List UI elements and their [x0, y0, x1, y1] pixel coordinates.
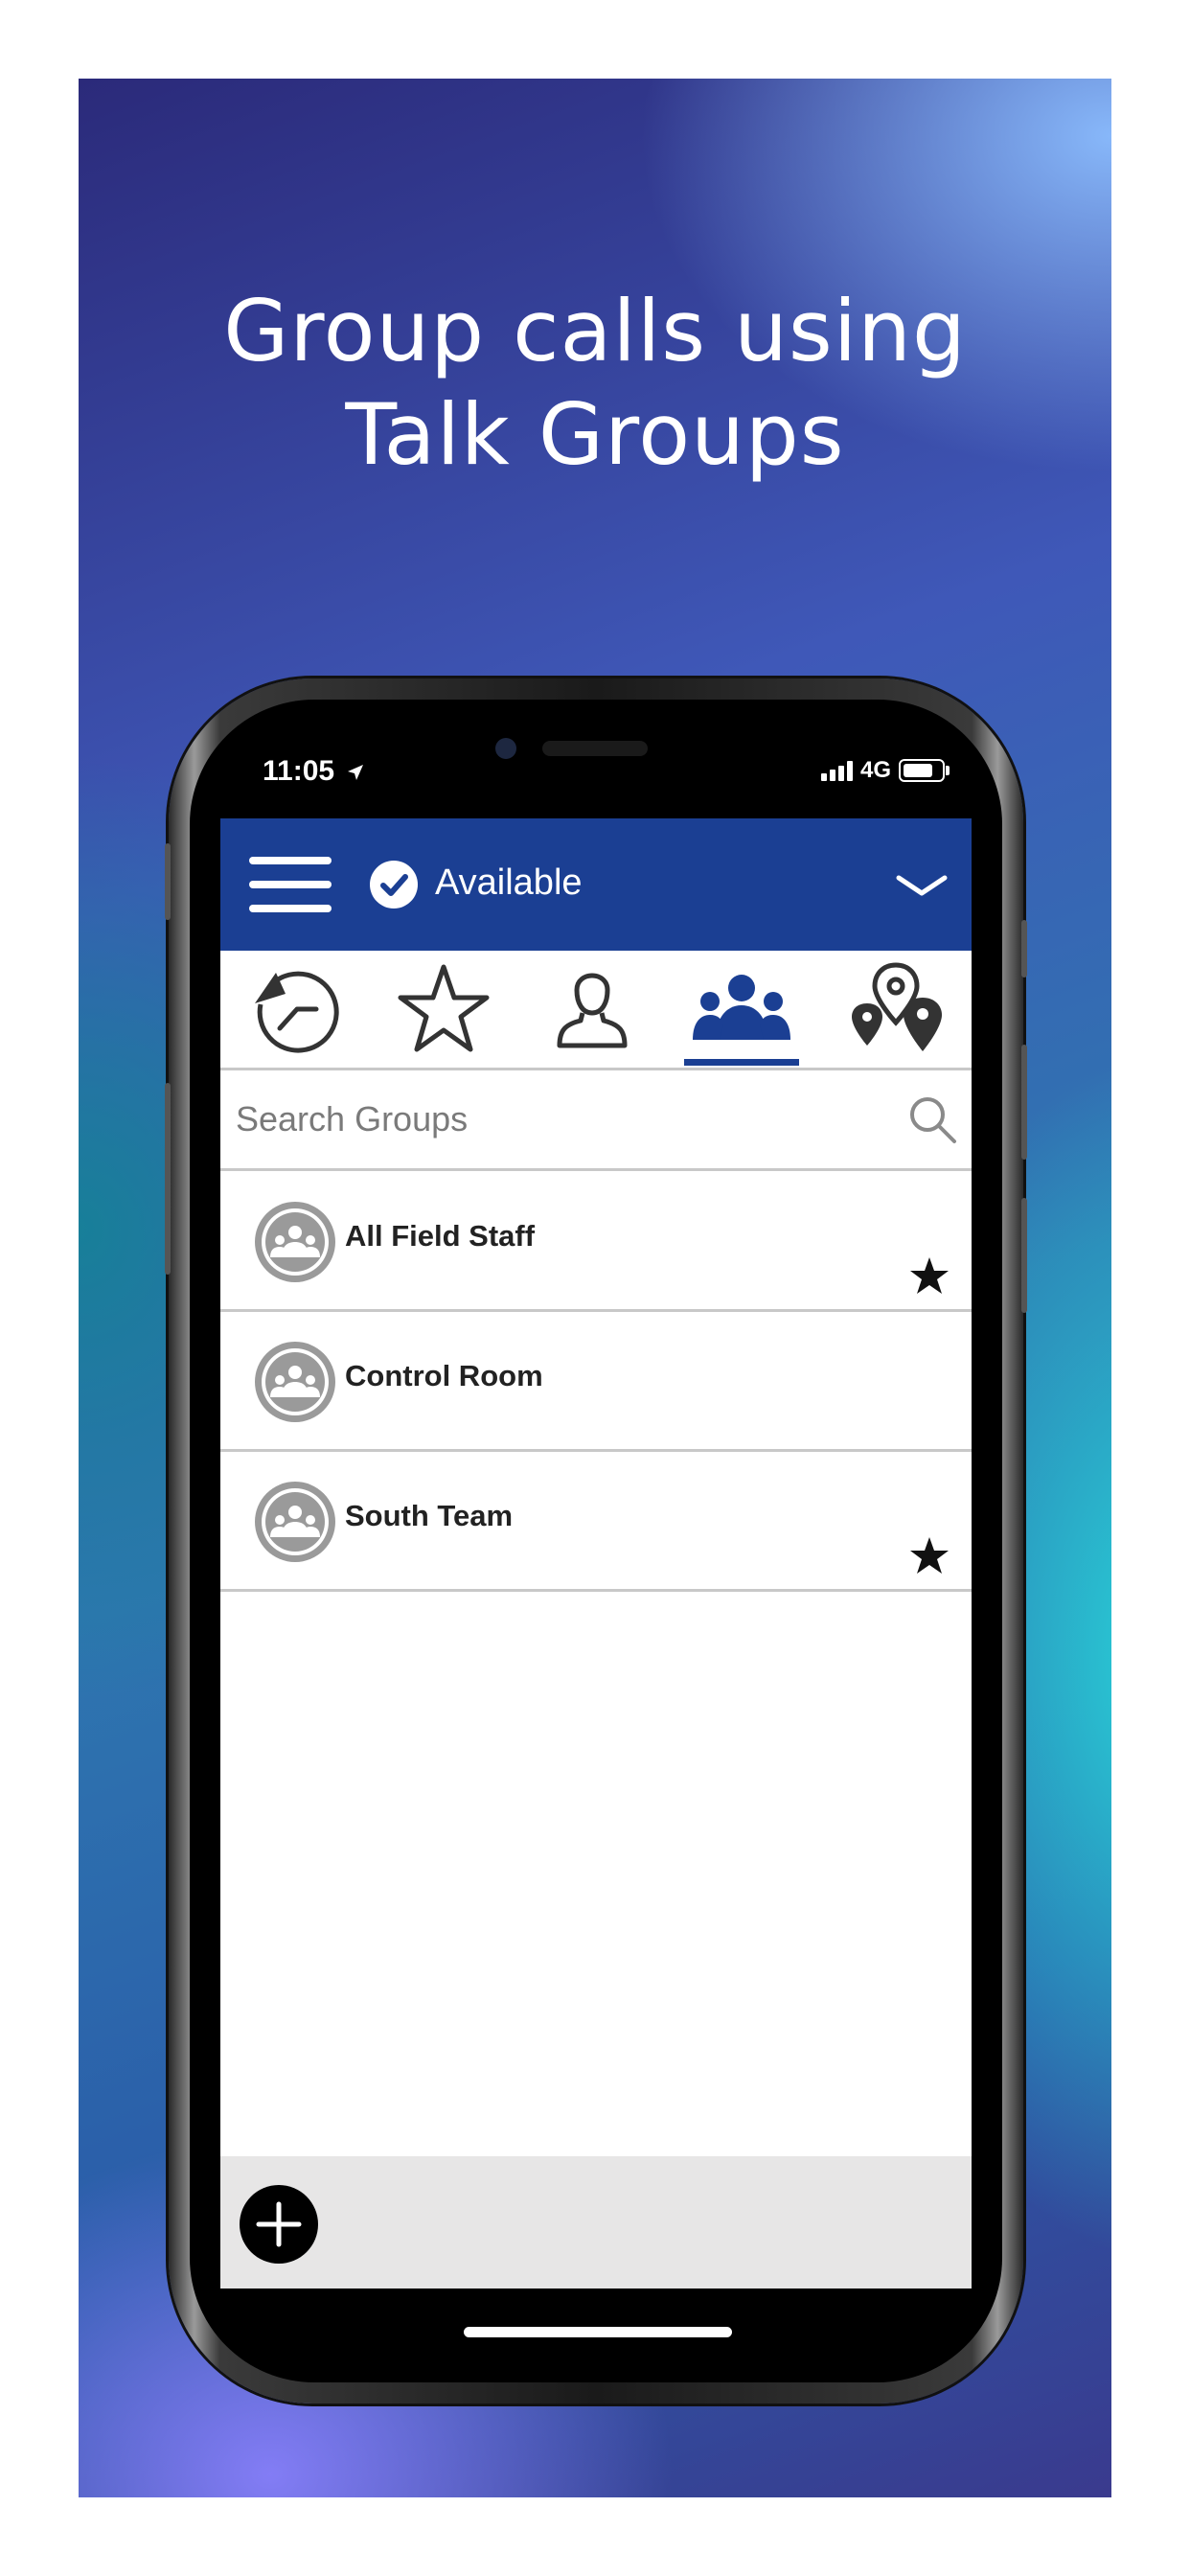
favorite-star-icon[interactable]	[908, 1255, 950, 1298]
list-item[interactable]: Control Room	[220, 1311, 972, 1452]
bottom-toolbar	[220, 2156, 972, 2288]
status-bar: 11:05 4G	[220, 738, 972, 818]
history-icon	[255, 971, 339, 1053]
status-time: 11:05	[263, 755, 365, 788]
tab-groups[interactable]	[675, 951, 809, 1068]
volume-up-button	[165, 1083, 171, 1275]
groups-icon	[693, 975, 790, 1040]
status-indicators: 4G	[820, 757, 950, 784]
selected-tab-indicator	[684, 1059, 799, 1066]
group-avatar-icon	[255, 1202, 335, 1282]
battery-icon	[899, 759, 950, 782]
location-arrow-icon	[348, 765, 364, 780]
search-icon[interactable]	[906, 1093, 958, 1145]
app-header: Available	[220, 818, 972, 951]
tab-contacts[interactable]	[525, 951, 659, 1068]
tab-favorites[interactable]	[377, 951, 511, 1068]
group-avatar-icon	[255, 1482, 335, 1562]
side-button-3	[1021, 1198, 1027, 1313]
search-input[interactable]: Search Groups	[236, 1099, 468, 1139]
star-icon	[398, 964, 490, 1052]
map-pins-icon	[852, 962, 942, 1051]
silent-switch	[165, 843, 171, 920]
network-label: 4G	[859, 757, 891, 783]
group-name: South Team	[345, 1499, 514, 1532]
add-group-button[interactable]	[240, 2185, 318, 2264]
list-item[interactable]: South Team	[220, 1451, 972, 1592]
favorite-star-icon[interactable]	[908, 1535, 950, 1577]
time-label: 11:05	[263, 755, 335, 787]
presence-status[interactable]: Available	[435, 862, 583, 904]
menu-button[interactable]	[249, 857, 332, 912]
chevron-down-icon[interactable]	[893, 866, 950, 905]
power-button	[1021, 920, 1027, 978]
signal-bars-icon	[820, 760, 853, 781]
group-avatar-icon	[255, 1342, 335, 1422]
contact-icon	[557, 973, 628, 1048]
side-button-2	[1021, 1045, 1027, 1160]
group-name: Control Room	[345, 1359, 543, 1392]
group-name: All Field Staff	[345, 1219, 536, 1253]
headline: Group calls using Talk Groups	[79, 280, 1111, 487]
list-item[interactable]: All Field Staff	[220, 1171, 972, 1312]
plus-icon	[256, 2201, 302, 2247]
home-indicator[interactable]	[464, 2327, 732, 2337]
headline-line-2: Talk Groups	[345, 385, 845, 484]
tab-map[interactable]	[830, 951, 964, 1068]
app-screen: Available Search Groups All Field Staff …	[220, 818, 972, 2288]
tab-bar	[220, 951, 972, 1070]
search-bar[interactable]: Search Groups	[220, 1070, 972, 1171]
available-check-icon	[370, 861, 418, 908]
headline-line-1: Group calls using	[223, 282, 967, 380]
tab-history[interactable]	[228, 951, 362, 1068]
